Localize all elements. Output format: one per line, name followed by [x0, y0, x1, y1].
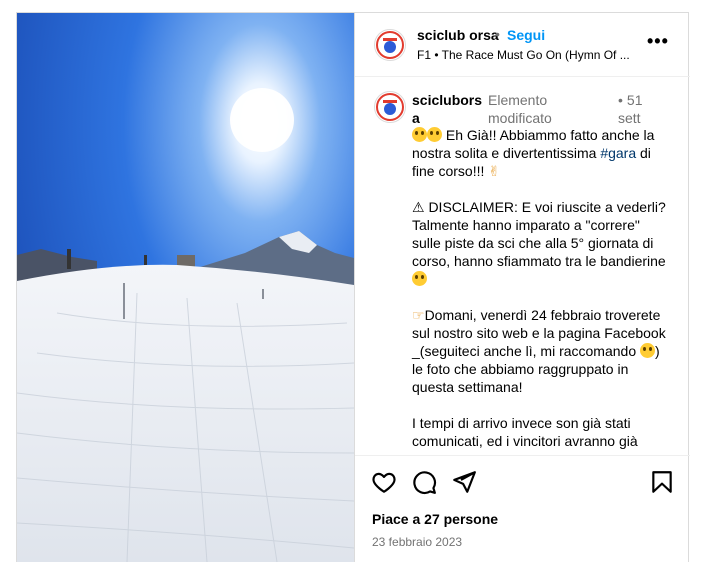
- post-date[interactable]: 23 febbraio 2023: [372, 535, 462, 549]
- send-icon[interactable]: [451, 469, 477, 495]
- post-photo[interactable]: [17, 13, 354, 562]
- caption-avatar[interactable]: [374, 91, 406, 123]
- ski-slope-image: [17, 13, 354, 562]
- bookmark-icon[interactable]: [649, 469, 675, 495]
- hashtag-link[interactable]: #gara: [600, 145, 636, 161]
- caption-timestamp: • 51 sett: [618, 91, 658, 127]
- audio-track-label[interactable]: F1 • The Race Must Go On (Hymn Of ...: [417, 48, 630, 62]
- heart-icon[interactable]: [371, 469, 397, 495]
- instagram-post: sciclub orsa • Segui F1 • The Race Must …: [16, 12, 690, 563]
- post-sidebar: sciclub orsa • Segui F1 • The Race Must …: [354, 13, 690, 563]
- caption-results: I tempi di arrivo invece son già stati c…: [412, 415, 638, 449]
- likes-count[interactable]: Piace a 27 persone: [372, 511, 498, 527]
- caption-announcement: Domani, venerdì 24 febbraio troverete su…: [412, 307, 670, 359]
- caption-disclaimer: ⚠ DISCLAIMER: E voi riuscite a vederli? …: [412, 199, 670, 269]
- separator-dot: •: [618, 92, 623, 108]
- edited-label: Elemento modificato: [488, 92, 552, 126]
- separator-dot: •: [495, 26, 500, 42]
- club-logo-icon: [376, 93, 404, 121]
- header-username[interactable]: sciclub orsa: [417, 27, 499, 43]
- pointing-hand-emoji-icon: ☞: [412, 307, 425, 323]
- caption-area: sciclubors a Elemento modificato • 51 set…: [355, 77, 690, 455]
- laughing-tears-emoji-icon: [412, 271, 427, 286]
- avatar[interactable]: [374, 29, 406, 61]
- caption-username[interactable]: sciclubors a: [412, 91, 488, 127]
- more-options-icon[interactable]: •••: [647, 31, 669, 52]
- club-logo-icon: [376, 31, 404, 59]
- post-header: sciclub orsa • Segui F1 • The Race Must …: [355, 13, 690, 77]
- follow-button[interactable]: Segui: [507, 27, 545, 43]
- action-bar: Piace a 27 persone 23 febbraio 2023: [355, 455, 690, 563]
- winking-face-emoji-icon: [640, 343, 655, 358]
- flushed-face-emoji-icon: [427, 127, 442, 142]
- tongue-face-emoji-icon: [412, 127, 427, 142]
- caption-text: Eh Già!! Abbiammo fatto anche la nostra …: [412, 126, 672, 450]
- victory-hand-emoji-icon: ✌: [488, 163, 500, 179]
- comment-icon[interactable]: [411, 469, 437, 495]
